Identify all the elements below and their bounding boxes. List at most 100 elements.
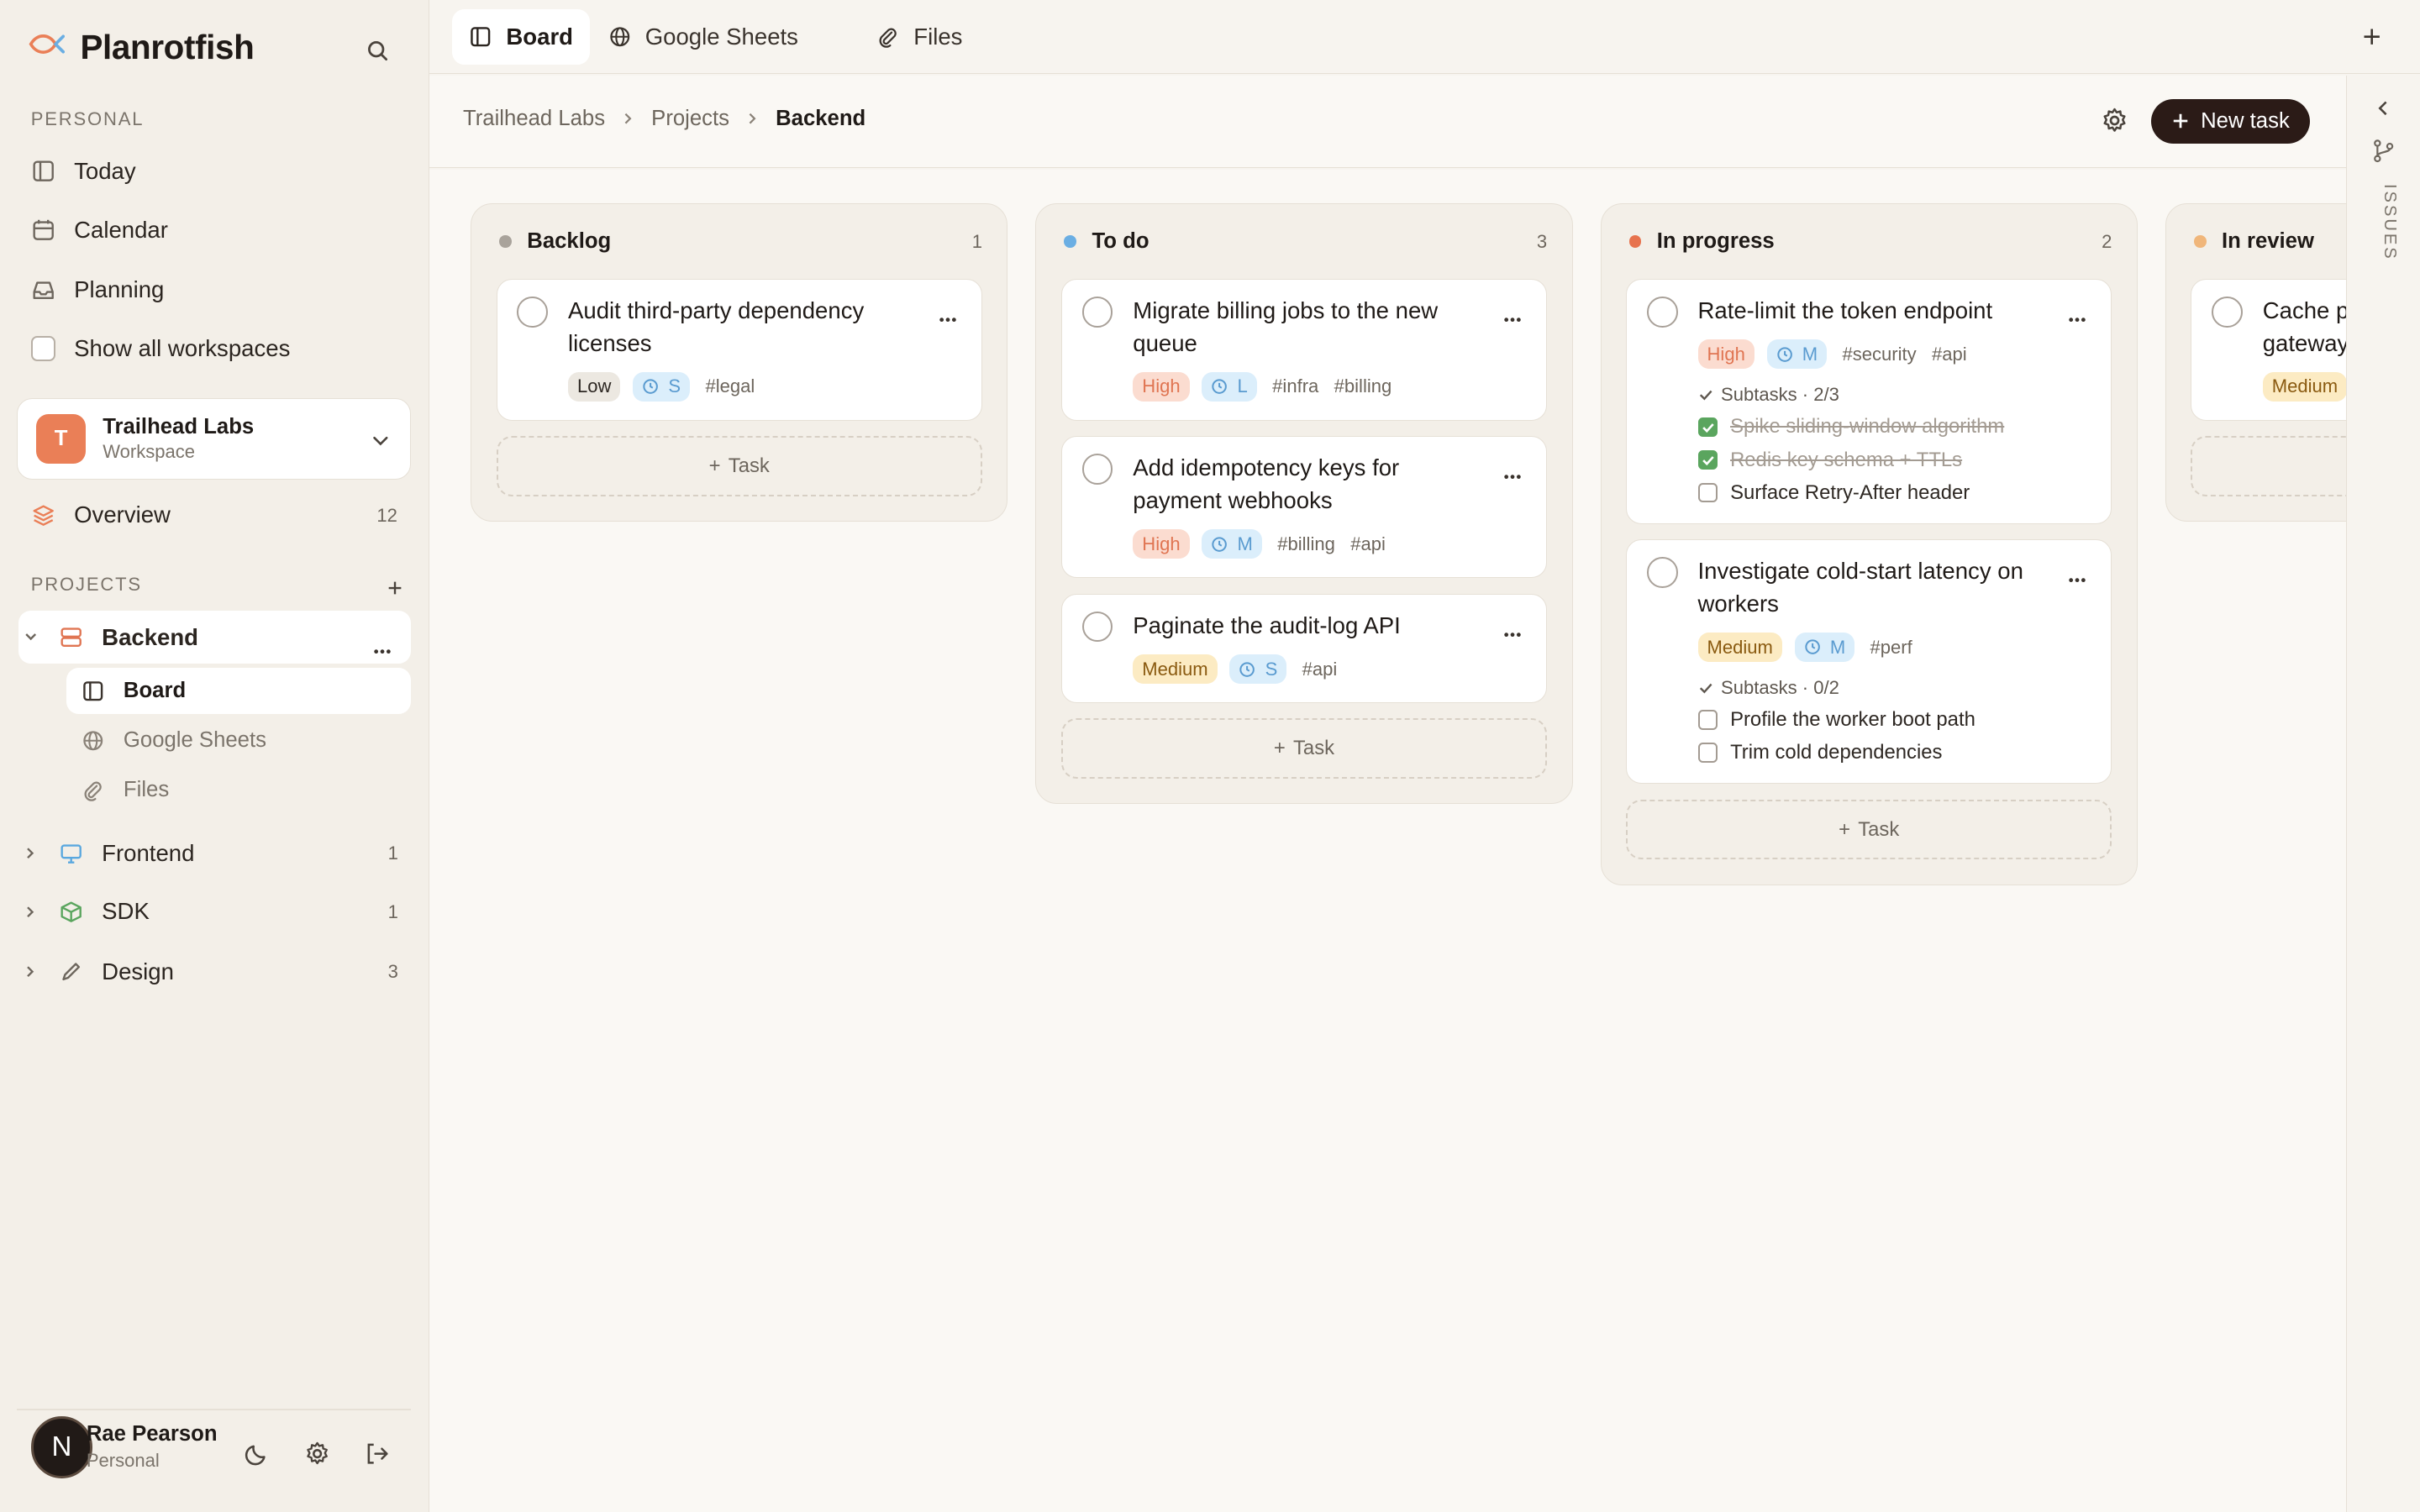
board-icon [82, 680, 105, 703]
subtask-item[interactable]: Trim cold dependencies [1697, 741, 2090, 764]
breadcrumb-item[interactable]: Projects [651, 107, 729, 131]
task-card[interactable]: Cache p gateway Medium [2191, 278, 2346, 421]
subtasks-header[interactable]: Subtasks · 0/2 [1698, 677, 2090, 699]
subnav-google-sheets[interactable]: Google Sheets [66, 717, 411, 764]
size-value: S [668, 375, 681, 397]
task-card[interactable]: Paginate the audit-log API Medium S #api [1060, 593, 1548, 704]
complete-checkbox[interactable] [1081, 454, 1113, 485]
more-icon[interactable] [2068, 562, 2086, 583]
tag: #billing [1334, 375, 1392, 397]
chevron-right-icon[interactable] [18, 959, 43, 984]
new-task-button[interactable]: New task [2151, 98, 2310, 144]
subtask-item[interactable]: Surface Retry-After header [1697, 481, 2090, 505]
nav-calendar[interactable]: Calendar [31, 212, 168, 249]
nav-planning[interactable]: Planning [31, 271, 164, 308]
checkbox[interactable] [1697, 482, 1718, 503]
check-icon [1698, 680, 1713, 696]
project-frontend[interactable]: Frontend 1 [18, 827, 411, 879]
size-badge: M [1794, 633, 1855, 662]
subtasks-header[interactable]: Subtasks · 2/3 [1698, 384, 2090, 406]
project-count: 3 [387, 961, 398, 983]
checkbox-checked[interactable] [1697, 449, 1718, 470]
column-title: In review [2221, 229, 2314, 254]
add-tab-icon[interactable] [2360, 24, 2384, 49]
search-icon[interactable] [364, 37, 392, 65]
nav-today[interactable]: Today [31, 153, 136, 190]
clock-icon [1212, 379, 1228, 394]
checkbox[interactable] [1697, 743, 1718, 764]
project-design[interactable]: Design 3 [18, 946, 411, 998]
size-badge: L [1202, 371, 1257, 402]
kanban-board: Backlog 1 Audit third-party dependency l… [429, 170, 2346, 1512]
status-dot [1628, 235, 1642, 248]
more-icon[interactable] [2068, 301, 2086, 323]
add-task-button[interactable] [2191, 436, 2346, 496]
task-card[interactable]: Investigate cold-start latency on worker… [1626, 538, 2112, 785]
subnav-files[interactable]: Files [66, 767, 411, 813]
nav-overview[interactable]: Overview [31, 496, 171, 533]
checkbox[interactable] [30, 336, 56, 361]
monitor-icon [59, 841, 83, 865]
tag: #api [1350, 533, 1386, 554]
tab-google-sheets[interactable]: Google Sheets [591, 9, 815, 65]
tab-bar: Board Google Sheets Files [429, 0, 2420, 75]
complete-checkbox[interactable] [1646, 557, 1678, 588]
add-project-icon[interactable] [386, 575, 404, 595]
add-task-button[interactable]: + Task [1626, 799, 2112, 860]
subtask-item[interactable]: Profile the worker boot path [1697, 708, 2090, 732]
chevron-right-icon[interactable] [18, 841, 43, 865]
column-title: In progress [1656, 229, 1775, 254]
calendar-icon [31, 218, 55, 242]
chevron-right-icon[interactable] [18, 900, 43, 924]
tab-files[interactable]: Files [860, 9, 980, 65]
more-icon[interactable] [1503, 616, 1522, 637]
chevron-down-icon[interactable] [18, 625, 43, 649]
project-backend[interactable]: Backend [18, 611, 411, 664]
layout-icon [31, 159, 55, 183]
plus-icon: + [1273, 737, 1286, 760]
add-task-button[interactable]: + Task [1060, 718, 1548, 780]
user-avatar: N [30, 1416, 93, 1478]
task-card[interactable]: Audit third-party dependency licenses Lo… [496, 278, 982, 421]
user-profile[interactable]: N Rae Pearson Personal [30, 1416, 218, 1478]
checkbox-checked[interactable] [1697, 417, 1718, 438]
complete-checkbox[interactable] [1081, 296, 1113, 328]
more-icon[interactable] [373, 633, 392, 654]
size-value: M [1802, 343, 1818, 365]
settings-icon[interactable] [2101, 107, 2128, 134]
add-task-button[interactable]: + Task [496, 436, 982, 496]
subtask-item[interactable]: Redis key schema + TTLs [1697, 448, 2090, 472]
subnav-label: Google Sheets [123, 728, 266, 753]
git-branch-icon[interactable] [2371, 139, 2396, 163]
show-all-workspaces-toggle[interactable]: Show all workspaces [30, 330, 290, 367]
task-card[interactable]: Migrate billing jobs to the new queue Hi… [1060, 278, 1548, 421]
workspace-switcher[interactable]: T Trailhead Labs Workspace [17, 397, 411, 480]
more-icon[interactable] [1503, 301, 1522, 323]
breadcrumb-item[interactable]: Trailhead Labs [463, 107, 605, 131]
task-card[interactable]: Add idempotency keys for payment webhook… [1060, 436, 1548, 579]
project-name: Frontend [102, 839, 195, 866]
workspace-name: Trailhead Labs [103, 415, 255, 439]
subtask-item[interactable]: Spike sliding-window algorithm [1697, 415, 2090, 438]
checkbox[interactable] [1697, 710, 1718, 731]
subtask-label: Redis key schema + TTLs [1730, 448, 1963, 471]
column-backlog: Backlog 1 Audit third-party dependency l… [471, 203, 1008, 522]
settings-icon[interactable] [304, 1441, 330, 1467]
complete-checkbox[interactable] [2212, 296, 2243, 328]
chevron-left-icon[interactable] [2373, 97, 2395, 119]
project-sdk[interactable]: SDK 1 [18, 885, 411, 937]
subtask-label: Trim cold dependencies [1730, 741, 1943, 764]
complete-checkbox[interactable] [1646, 296, 1678, 328]
complete-checkbox[interactable] [1081, 611, 1113, 643]
more-icon[interactable] [939, 301, 957, 323]
moon-icon[interactable] [244, 1441, 270, 1467]
task-card[interactable]: Rate-limit the token endpoint High M #se… [1626, 278, 2112, 524]
brand[interactable]: Planrotfish [28, 28, 255, 67]
subnav-board[interactable]: Board [66, 668, 411, 715]
tab-board[interactable]: Board [452, 9, 591, 66]
logout-icon[interactable] [364, 1441, 390, 1467]
more-icon[interactable] [1503, 459, 1522, 480]
complete-checkbox[interactable] [517, 296, 549, 328]
chevron-right-icon [744, 111, 760, 126]
issues-label[interactable]: ISSUES [2368, 184, 2399, 261]
